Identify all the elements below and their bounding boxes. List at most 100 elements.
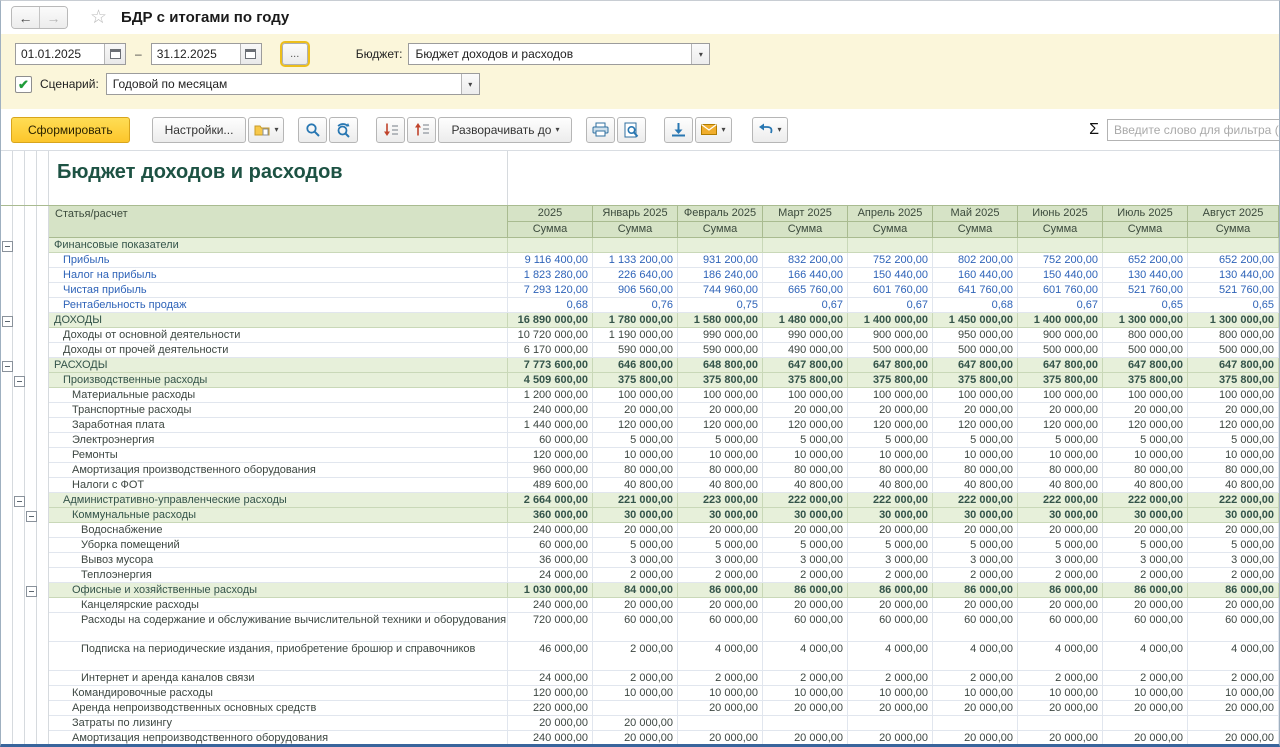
cell-value: 60 000,00 xyxy=(1188,613,1279,642)
cell-value: 80 000,00 xyxy=(933,463,1018,478)
favorite-star-icon[interactable]: ☆ xyxy=(90,8,107,27)
back-button[interactable]: ← xyxy=(12,7,39,28)
report-title-band: Бюджет доходов и расходов xyxy=(1,151,1279,205)
table-row: Административно-управленческие расходы2 … xyxy=(1,493,1279,508)
cell-value: 752 200,00 xyxy=(848,253,933,268)
cell-value: 375 800,00 xyxy=(593,373,678,388)
collapse-expander-icon[interactable] xyxy=(2,241,13,252)
row-label[interactable]: Чистая прибыль xyxy=(49,283,508,298)
row-label[interactable]: Прибыль xyxy=(49,253,508,268)
cell-value: 30 000,00 xyxy=(593,508,678,523)
cell-value: 10 000,00 xyxy=(593,448,678,463)
generate-button[interactable]: Сформировать xyxy=(11,117,130,143)
cell-value: 40 800,00 xyxy=(593,478,678,493)
table-row: Транспортные расходы240 000,0020 000,002… xyxy=(1,403,1279,418)
tree-gutter xyxy=(25,478,37,493)
collapse-expander-icon[interactable] xyxy=(26,586,37,597)
date-to-calendar-button[interactable] xyxy=(240,44,261,64)
cell-value: 20 000,00 xyxy=(933,598,1018,613)
collapse-expander-icon[interactable] xyxy=(26,511,37,522)
cell-value: 601 760,00 xyxy=(1018,283,1103,298)
cell-value: 20 000,00 xyxy=(1188,523,1279,538)
forward-button[interactable]: → xyxy=(39,7,67,28)
date-from-calendar-button[interactable] xyxy=(104,44,125,64)
tree-gutter xyxy=(37,493,49,508)
period-more-button[interactable]: ... xyxy=(282,43,308,65)
cell-value: 10 000,00 xyxy=(763,448,848,463)
col-header: Апрель 2025 xyxy=(848,206,933,222)
resend-button[interactable]: ▾ xyxy=(752,117,788,143)
col-header: Август 2025 xyxy=(1188,206,1279,222)
cell-value: 86 000,00 xyxy=(933,583,1018,598)
expand-to-button[interactable]: Разворачивать до ▾ xyxy=(438,117,572,143)
cell-value: 20 000,00 xyxy=(1188,598,1279,613)
tree-gutter xyxy=(37,686,49,701)
cell-value: 3 000,00 xyxy=(1018,553,1103,568)
row-label[interactable]: Налог на прибыль xyxy=(49,268,508,283)
col-subheader: Сумма xyxy=(848,222,933,238)
search-next-button[interactable] xyxy=(329,117,358,143)
budget-input[interactable] xyxy=(409,44,691,64)
cell-value: 86 000,00 xyxy=(763,583,848,598)
tree-gutter xyxy=(1,388,13,403)
tree-gutter xyxy=(37,403,49,418)
budget-combo: ▾ xyxy=(408,43,710,65)
report-variants-button[interactable]: ▾ xyxy=(248,117,284,143)
table-row: Чистая прибыль7 293 120,00906 560,00744 … xyxy=(1,283,1279,298)
table-row: Налоги с ФОТ489 600,0040 800,0040 800,00… xyxy=(1,478,1279,493)
print-button[interactable] xyxy=(586,117,615,143)
tree-gutter xyxy=(1,508,13,523)
table-row: Электроэнергия60 000,005 000,005 000,005… xyxy=(1,433,1279,448)
date-to-field xyxy=(151,43,262,65)
tree-gutter xyxy=(37,568,49,583)
collapse-expander-icon[interactable] xyxy=(2,361,13,372)
quick-filter-input[interactable] xyxy=(1107,119,1280,141)
tree-gutter xyxy=(13,671,25,686)
tree-gutter xyxy=(13,268,25,283)
folder-variant-icon xyxy=(254,123,270,136)
cell-value: 2 664 000,00 xyxy=(508,493,593,508)
scenario-dropdown-button[interactable]: ▾ xyxy=(461,74,479,94)
mail-button[interactable]: ▾ xyxy=(695,117,731,143)
collapse-expander-icon[interactable] xyxy=(14,496,25,507)
tree-gutter xyxy=(37,642,49,671)
save-button[interactable] xyxy=(664,117,693,143)
collapse-expander-icon[interactable] xyxy=(14,376,25,387)
chevron-down-icon: ▾ xyxy=(274,125,278,134)
cell-value: 4 000,00 xyxy=(1188,642,1279,671)
tree-gutter xyxy=(1,463,13,478)
cell-value: 375 800,00 xyxy=(848,373,933,388)
budget-dropdown-button[interactable]: ▾ xyxy=(691,44,709,64)
cell-value: 30 000,00 xyxy=(1018,508,1103,523)
cell-value xyxy=(848,716,933,731)
cell-value: 5 000,00 xyxy=(763,433,848,448)
table-row: Рентабельность продаж0,680,760,750,670,6… xyxy=(1,298,1279,313)
cell-value: 120 000,00 xyxy=(848,418,933,433)
collapse-rows-button[interactable] xyxy=(407,117,436,143)
date-to-input[interactable] xyxy=(152,44,240,64)
cell-value: 10 000,00 xyxy=(678,686,763,701)
cell-value: 86 000,00 xyxy=(848,583,933,598)
preview-button[interactable] xyxy=(617,117,646,143)
search-button[interactable] xyxy=(298,117,327,143)
scenario-input[interactable] xyxy=(107,74,461,94)
cell-value: 3 000,00 xyxy=(1103,553,1188,568)
table-row: Налог на прибыль1 823 280,00226 640,0018… xyxy=(1,268,1279,283)
tree-gutter xyxy=(37,388,49,403)
cell-value: 2 000,00 xyxy=(848,568,933,583)
scenario-checkbox[interactable]: ✔ xyxy=(15,76,32,93)
cell-value: 20 000,00 xyxy=(763,523,848,538)
cell-value: 120 000,00 xyxy=(508,686,593,701)
cell-value xyxy=(593,701,678,716)
date-from-input[interactable] xyxy=(16,44,104,64)
collapse-expander-icon[interactable] xyxy=(2,316,13,327)
cell-value: 990 000,00 xyxy=(678,328,763,343)
tree-gutter xyxy=(13,448,25,463)
expand-rows-button[interactable] xyxy=(376,117,405,143)
cell-value: 5 000,00 xyxy=(1018,433,1103,448)
settings-button[interactable]: Настройки... xyxy=(152,117,247,143)
row-label[interactable]: Рентабельность продаж xyxy=(49,298,508,313)
tree-gutter xyxy=(25,731,37,746)
col-subheader: Сумма xyxy=(508,222,593,238)
row-label: Аренда непроизводственных основных средс… xyxy=(49,701,508,716)
